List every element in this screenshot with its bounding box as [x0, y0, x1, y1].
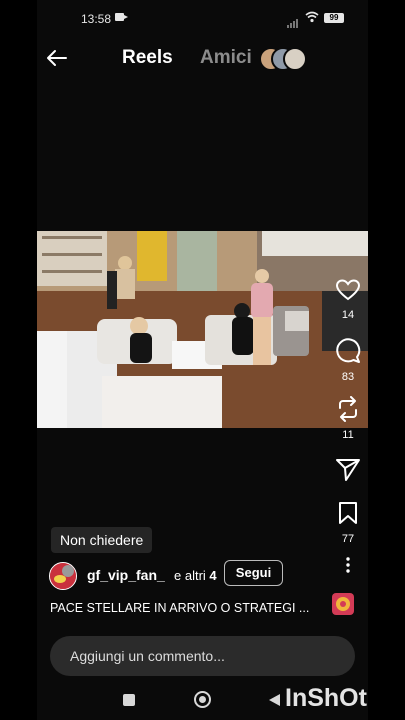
collaborators-prefix: e altri [174, 568, 206, 583]
comment-icon[interactable] [335, 338, 361, 364]
repost-count: 11 [342, 429, 354, 441]
video-frame [37, 231, 368, 428]
audio-thumbnail[interactable] [332, 593, 354, 615]
phone-screen: 13:58 99 Reels Amici 14 83 11 77 Non chi… [37, 0, 368, 720]
author-avatar[interactable] [49, 562, 77, 590]
system-nav-bar: InShOt [0, 684, 405, 720]
repost-icon[interactable] [335, 396, 361, 422]
audio-cover-icon [336, 597, 350, 611]
status-time: 13:58 [81, 12, 112, 26]
watermark: InShOt [285, 684, 367, 712]
save-action: 77 [328, 500, 368, 545]
friend-avatars[interactable] [259, 47, 307, 71]
tab-reels[interactable]: Reels [122, 47, 173, 69]
like-action: 14 [328, 278, 368, 321]
signal-icon [287, 14, 299, 28]
back-arrow-icon[interactable] [45, 46, 69, 70]
heart-icon[interactable] [335, 278, 361, 302]
avatar-image [50, 563, 76, 589]
recent-apps-button[interactable] [123, 694, 135, 706]
author-row: gf_vip_fan_ e altri 4 Segui [49, 560, 349, 590]
collaborators-text[interactable]: e altri 4 [174, 568, 217, 583]
status-bar: 13:58 99 [37, 8, 368, 30]
follow-button[interactable]: Segui [224, 560, 283, 586]
tooltip-label[interactable]: Non chiedere [51, 527, 153, 553]
save-count: 77 [341, 533, 355, 545]
back-button[interactable] [269, 694, 280, 706]
repost-action: 11 [328, 396, 368, 441]
video-camera-icon [115, 13, 128, 21]
comment-placeholder: Aggiungi un commento... [70, 648, 225, 664]
battery-icon: 99 [324, 13, 344, 23]
comment-action: 83 [328, 338, 368, 383]
header: Reels Amici [37, 40, 368, 76]
comment-input[interactable]: Aggiungi un commento... [50, 636, 355, 676]
bookmark-icon[interactable] [335, 500, 361, 526]
wifi-icon [305, 11, 319, 23]
author-username[interactable]: gf_vip_fan_ [87, 567, 165, 583]
post-caption[interactable]: PACE STELLARE IN ARRIVO O STRATEGI ... [50, 601, 309, 615]
reel-video[interactable] [37, 231, 368, 428]
like-count: 14 [341, 309, 355, 321]
share-action [328, 456, 368, 487]
collaborators-count: 4 [209, 568, 217, 583]
avatar [283, 47, 307, 71]
comment-count: 83 [341, 371, 355, 383]
send-icon[interactable] [335, 456, 361, 482]
tab-amici[interactable]: Amici [200, 47, 252, 69]
home-button[interactable] [194, 691, 211, 708]
